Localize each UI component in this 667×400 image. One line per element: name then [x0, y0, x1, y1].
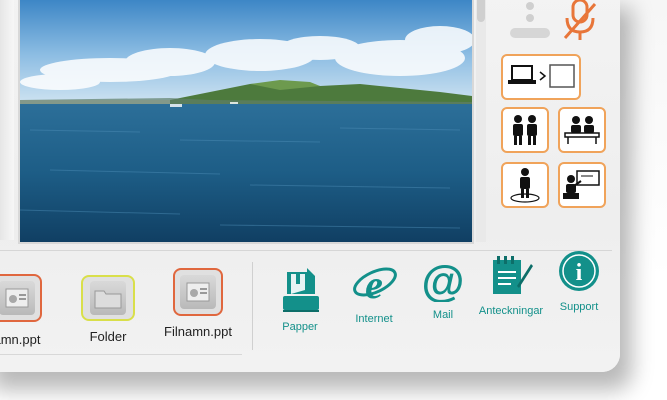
- preview-image[interactable]: [20, 0, 472, 242]
- file-box: [81, 275, 135, 321]
- file-label: Folder: [89, 329, 127, 344]
- file-box: [0, 274, 42, 322]
- file-item[interactable]: Filnamn.ppt: [153, 268, 243, 339]
- speaker-indicator: [505, 0, 555, 44]
- folder-icon: [94, 290, 122, 309]
- internet-label: Internet: [355, 313, 393, 325]
- papper-button[interactable]: Papper: [260, 266, 340, 333]
- file-item[interactable]: amn.ppt: [0, 274, 62, 347]
- toolbar-divider: [252, 262, 253, 350]
- preview-scrollbar[interactable]: [476, 0, 486, 242]
- info-icon: i: [559, 251, 599, 291]
- scrollbar-thumb[interactable]: [477, 0, 485, 22]
- file-box: [173, 268, 223, 316]
- file-item[interactable]: Folder: [63, 275, 153, 344]
- papper-label: Papper: [282, 321, 318, 333]
- files-underline: [0, 354, 242, 355]
- svg-text:@: @: [422, 257, 465, 302]
- svg-text:i: i: [576, 260, 583, 286]
- laptop-to-screen-icon: [508, 64, 575, 88]
- presenter-board-icon: [563, 170, 600, 199]
- single-person-spotlight-icon: [510, 168, 540, 203]
- internet-e-icon: e: [353, 262, 397, 307]
- ppt-file-icon: [186, 282, 210, 302]
- support-label: Support: [559, 301, 599, 313]
- file-label: amn.ppt: [0, 332, 41, 347]
- left-scroll-strip: [0, 0, 14, 240]
- mode-presenter-button[interactable]: [558, 162, 606, 208]
- mode-single-person-button[interactable]: [501, 162, 549, 208]
- meeting-table-icon: [564, 116, 600, 144]
- panel-divider: [0, 250, 612, 251]
- mode-laptop-to-screen-button[interactable]: [501, 54, 581, 100]
- at-sign-icon: @: [422, 257, 465, 306]
- support-button[interactable]: i Support: [539, 248, 619, 313]
- file-label: Filnamn.ppt: [164, 324, 232, 339]
- notepad-pen-icon: [493, 256, 533, 294]
- paper-hand-icon: [283, 268, 319, 312]
- mic-muted-icon[interactable]: [562, 0, 598, 42]
- mode-two-people-button[interactable]: [501, 107, 549, 153]
- mode-meeting-button[interactable]: [558, 107, 606, 153]
- internet-button[interactable]: e Internet: [334, 258, 414, 325]
- svg-text:e: e: [365, 262, 383, 306]
- two-people-icon: [513, 115, 537, 145]
- ppt-file-icon: [5, 288, 29, 308]
